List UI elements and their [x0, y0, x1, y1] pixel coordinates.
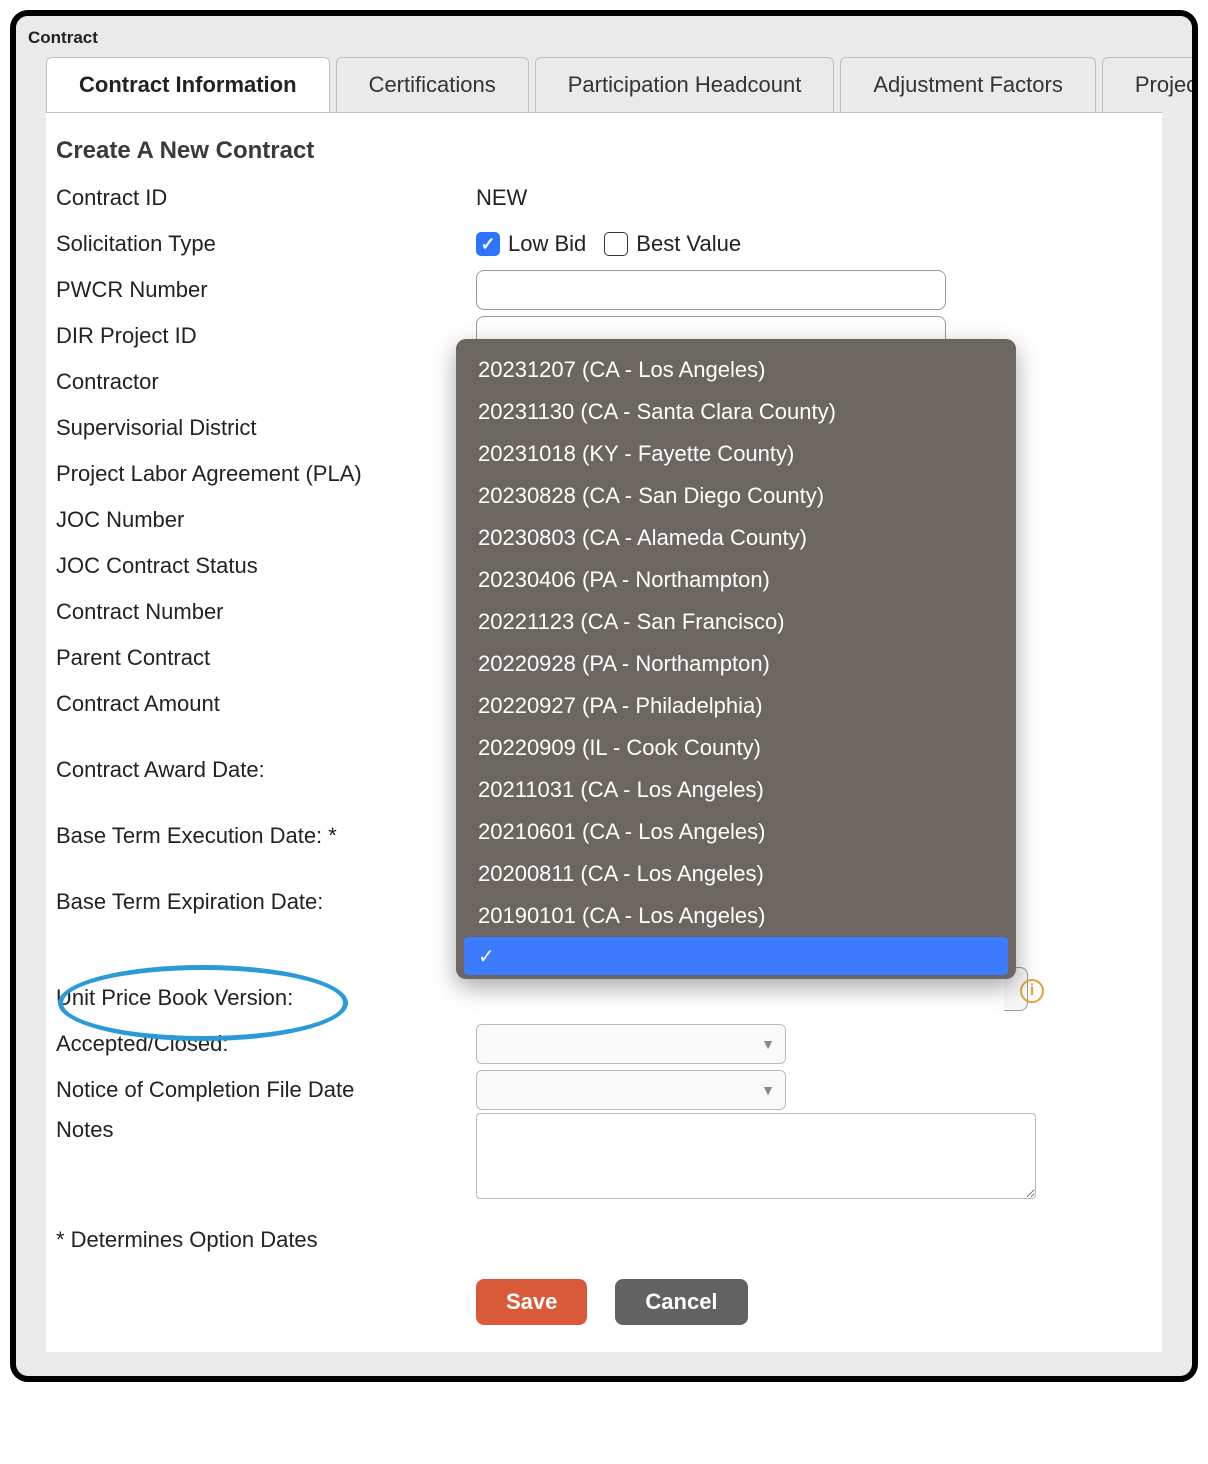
content-panel: Create A New Contract Contract ID NEW So… — [46, 112, 1162, 1352]
select-accepted-closed[interactable]: ▼ — [476, 1024, 786, 1064]
dropdown-option-selected[interactable]: ✓ — [464, 937, 1008, 975]
cancel-button[interactable]: Cancel — [615, 1279, 747, 1325]
dropdown-option[interactable]: 20231018 (KY - Fayette County) — [464, 433, 1008, 475]
dropdown-option[interactable]: 20220928 (PA - Northampton) — [464, 643, 1008, 685]
checkbox-low-bid-wrap[interactable]: ✓ Low Bid — [476, 231, 586, 257]
label-award-date: Contract Award Date: — [56, 753, 476, 787]
dropdown-option[interactable]: 20220927 (PA - Philadelphia) — [464, 685, 1008, 727]
dropdown-option[interactable]: 20220909 (IL - Cook County) — [464, 727, 1008, 769]
label-supervisorial-district: Supervisorial District — [56, 411, 476, 445]
checkbox-empty-icon — [604, 232, 628, 256]
select-notice-completion[interactable]: ▼ — [476, 1070, 786, 1110]
label-notice-completion: Notice of Completion File Date — [56, 1073, 476, 1107]
window-title: Contract — [16, 16, 1192, 56]
dropdown-option[interactable]: 20221123 (CA - San Francisco) — [464, 601, 1008, 643]
info-icon[interactable]: i — [1020, 979, 1044, 1003]
dropdown-option[interactable]: 20190101 (CA - Los Angeles) — [464, 895, 1008, 937]
tab-contract-information[interactable]: Contract Information — [46, 57, 330, 113]
label-joc-number: JOC Number — [56, 503, 476, 537]
dropdown-option[interactable]: 20230406 (PA - Northampton) — [464, 559, 1008, 601]
textarea-notes[interactable] — [476, 1113, 1036, 1199]
label-pwcr-number: PWCR Number — [56, 273, 476, 307]
dropdown-option[interactable]: 20231130 (CA - Santa Clara County) — [464, 391, 1008, 433]
dropdown-option[interactable]: 20230828 (CA - San Diego County) — [464, 475, 1008, 517]
label-solicitation-type: Solicitation Type — [56, 227, 476, 261]
dropdown-option[interactable]: 20210601 (CA - Los Angeles) — [464, 811, 1008, 853]
tabs-row: Contract Information Certifications Part… — [16, 56, 1192, 112]
label-parent-contract: Parent Contract — [56, 641, 476, 675]
label-base-expire: Base Term Expiration Date: — [56, 885, 476, 919]
label-pla: Project Labor Agreement (PLA) — [56, 457, 476, 491]
footnote-text: * Determines Option Dates — [56, 1227, 1152, 1253]
tab-certifications[interactable]: Certifications — [336, 57, 529, 112]
save-button[interactable]: Save — [476, 1279, 587, 1325]
checkbox-best-value-wrap[interactable]: Best Value — [604, 231, 741, 257]
section-heading: Create A New Contract — [56, 137, 1152, 165]
dropdown-option[interactable]: 20231207 (CA - Los Angeles) — [464, 349, 1008, 391]
checkmark-icon: ✓ — [478, 944, 495, 969]
label-contract-amount: Contract Amount — [56, 687, 476, 721]
label-notes: Notes — [56, 1113, 476, 1147]
label-joc-status: JOC Contract Status — [56, 549, 476, 583]
dropdown-option[interactable]: 20200811 (CA - Los Angeles) — [464, 853, 1008, 895]
tab-participation-headcount[interactable]: Participation Headcount — [535, 57, 835, 112]
dropdown-upb-version[interactable]: 20231207 (CA - Los Angeles) 20231130 (CA… — [456, 339, 1016, 979]
label-contractor: Contractor — [56, 365, 476, 399]
dropdown-option[interactable]: 20211031 (CA - Los Angeles) — [464, 769, 1008, 811]
chevron-down-icon: ▼ — [761, 1036, 775, 1052]
tab-project[interactable]: Project — [1102, 57, 1198, 112]
tab-adjustment-factors[interactable]: Adjustment Factors — [840, 57, 1096, 112]
input-pwcr-number[interactable] — [476, 270, 946, 310]
check-icon: ✓ — [476, 232, 500, 256]
label-upb-version: Unit Price Book Version: — [56, 981, 476, 1015]
dropdown-option[interactable]: 20230803 (CA - Alameda County) — [464, 517, 1008, 559]
label-base-exec: Base Term Execution Date: * — [56, 819, 476, 853]
label-low-bid: Low Bid — [508, 231, 586, 257]
label-contract-id: Contract ID — [56, 181, 476, 215]
label-dir-project-id: DIR Project ID — [56, 319, 476, 353]
chevron-down-icon: ▼ — [761, 1082, 775, 1098]
label-contract-number: Contract Number — [56, 595, 476, 629]
label-best-value: Best Value — [636, 231, 741, 257]
app-window: Contract Contract Information Certificat… — [10, 10, 1198, 1382]
label-accepted-closed: Accepted/Closed: — [56, 1027, 476, 1061]
value-contract-id: NEW — [476, 185, 527, 211]
